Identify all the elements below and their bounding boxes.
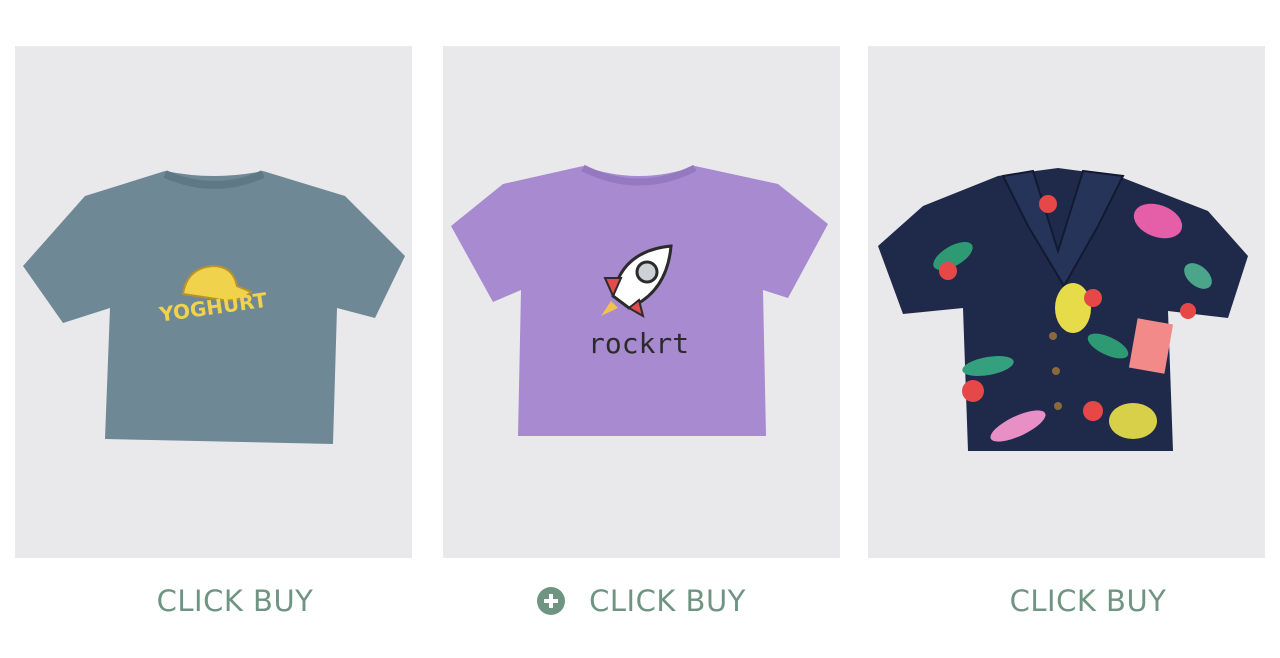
tee-print-text: rockrt (588, 327, 689, 360)
plus-circle-icon (537, 587, 566, 615)
product-image-rocket-tee: rockrt (451, 164, 828, 436)
click-buy-label: CLICK BUY (156, 584, 314, 618)
product-image-floral-shirt (878, 168, 1248, 451)
product-image-yoghurt-tee: YOGHURT (23, 170, 405, 444)
click-buy-button[interactable]: CLICK BUY (443, 576, 840, 626)
click-buy-button[interactable]: CLICK BUY (15, 576, 455, 626)
click-buy-label: CLICK BUY (1009, 584, 1167, 618)
product-card-rocket-tee[interactable]: rockrt (443, 46, 840, 558)
product-card-yoghurt-tee[interactable]: YOGHURT (15, 46, 412, 558)
click-buy-label: CLICK BUY (589, 584, 746, 618)
product-card-floral-shirt[interactable] (868, 46, 1265, 558)
click-buy-button[interactable]: CLICK BUY (868, 576, 1280, 626)
